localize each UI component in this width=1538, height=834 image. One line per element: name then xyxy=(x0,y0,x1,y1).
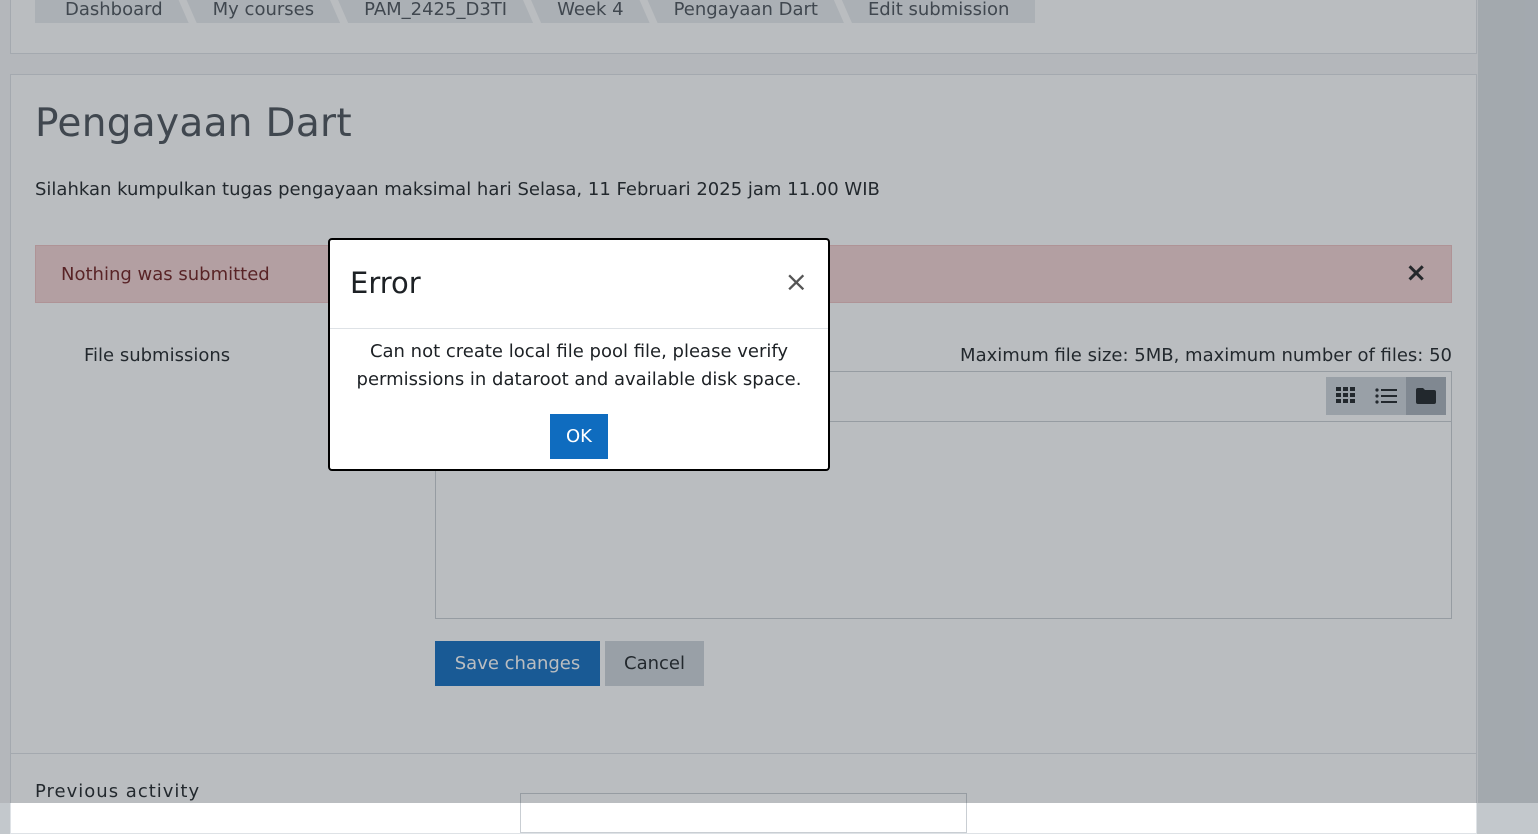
ok-button[interactable]: OK xyxy=(550,414,608,459)
dialog-close-icon[interactable]: × xyxy=(785,268,808,296)
dialog-message: Can not create local file pool file, ple… xyxy=(356,341,802,390)
dialog-header: Error × xyxy=(330,240,828,329)
dialog-title: Error xyxy=(350,266,421,300)
error-dialog: Error × Can not create local file pool f… xyxy=(328,238,830,471)
